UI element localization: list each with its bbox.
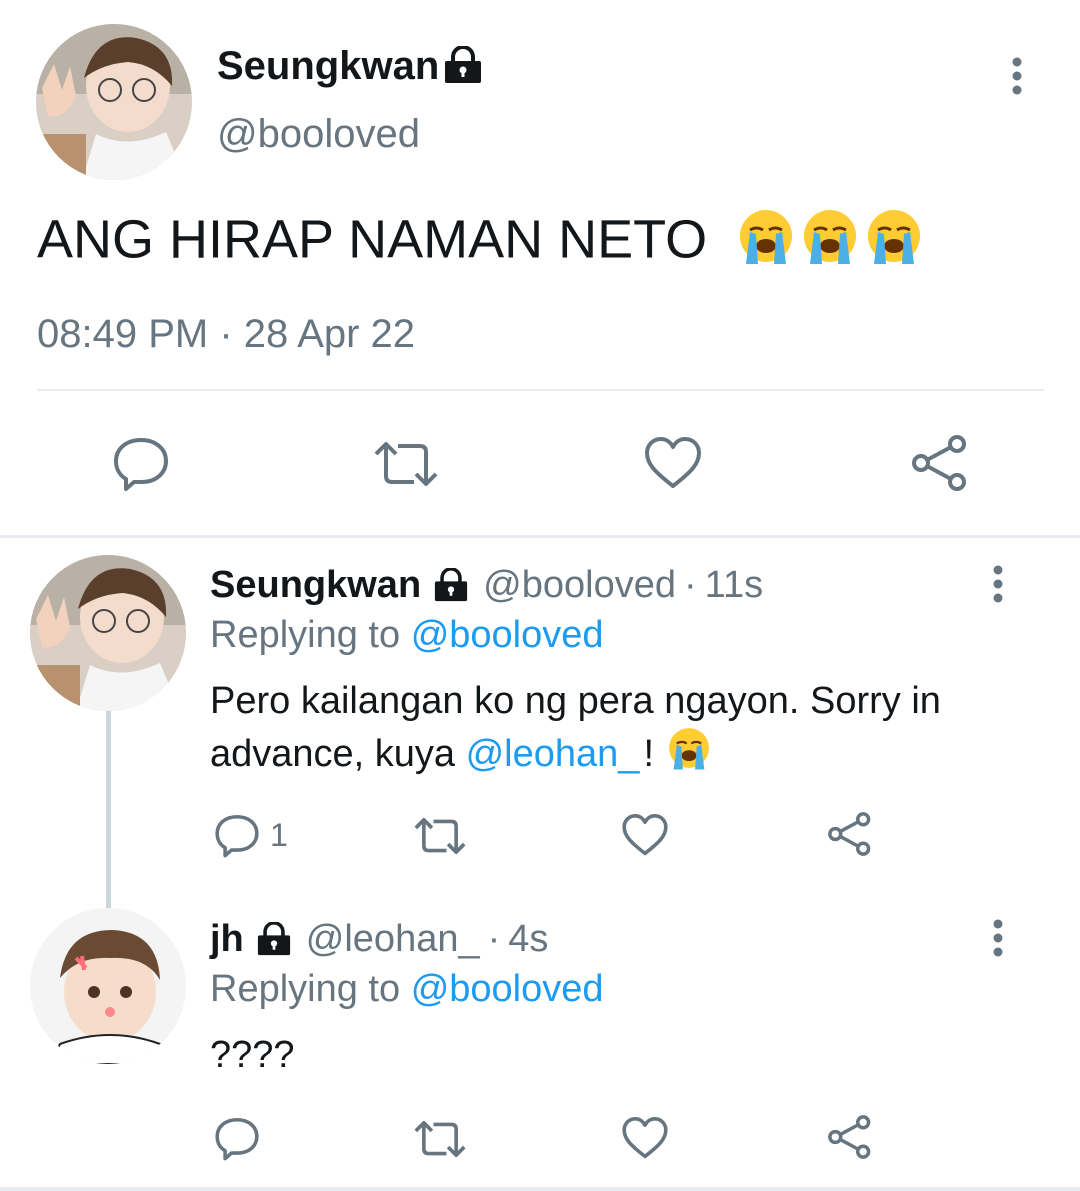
like-button[interactable] — [621, 1116, 669, 1160]
retweet-icon — [414, 1121, 466, 1157]
reply-text: Pero kailangan ko ng pera ngayon. Sorry … — [210, 677, 941, 783]
handle[interactable]: @booloved — [483, 562, 676, 608]
reply-count: 1 — [270, 816, 288, 853]
retweet-button[interactable] — [372, 438, 440, 490]
tweet-date: 28 Apr 22 — [243, 312, 416, 356]
share-icon — [912, 435, 966, 491]
handle[interactable]: @leohan_ — [306, 916, 480, 962]
relative-time[interactable]: 11s — [705, 562, 763, 608]
retweet-button[interactable] — [412, 815, 468, 857]
replying-to-label: Replying to — [210, 968, 401, 1010]
timestamp[interactable]: 08:49 PM · 28 Apr 22 — [37, 310, 415, 358]
share-button[interactable] — [826, 811, 874, 857]
lock-icon — [441, 46, 485, 84]
heart-icon — [622, 814, 668, 856]
more-vertical-icon[interactable] — [986, 564, 1010, 604]
bottom-divider — [0, 1187, 1080, 1191]
reply-text-part: ! — [643, 733, 654, 775]
divider — [37, 389, 1044, 391]
avatar[interactable] — [30, 908, 186, 1064]
retweet-button[interactable] — [412, 1118, 468, 1160]
reply-button[interactable] — [112, 434, 170, 492]
retweet-icon — [374, 442, 438, 486]
share-icon — [828, 812, 871, 856]
reply-text-line: advance, kuya @leohan_ ! — [210, 725, 941, 783]
heart-icon — [622, 1117, 668, 1159]
handle[interactable]: @booloved — [217, 110, 420, 158]
mention-link[interactable]: @leohan_ — [466, 730, 640, 778]
reply-button[interactable] — [214, 1115, 260, 1161]
loudly-crying-face-icon — [864, 206, 924, 280]
reply-text: ???? — [210, 1034, 295, 1076]
lock-icon — [254, 922, 294, 956]
reply-header: Seungkwan @booloved · 11s — [210, 562, 763, 608]
display-name[interactable]: Seungkwan — [217, 42, 439, 90]
like-button[interactable] — [643, 436, 703, 490]
reply-icon — [114, 438, 168, 491]
lock-icon — [431, 568, 471, 602]
time-separator: · — [683, 564, 697, 606]
share-button[interactable] — [909, 434, 971, 492]
avatar[interactable] — [30, 555, 186, 711]
reply-button[interactable]: 1 — [214, 812, 288, 858]
loudly-crying-face-icon — [666, 725, 712, 783]
avatar[interactable] — [36, 24, 192, 180]
tweet-text: ANG HIRAP NAMAN NETO — [37, 206, 924, 280]
heart-icon — [645, 437, 701, 488]
replying-to: Replying to @booloved — [210, 966, 604, 1012]
reply-text-part: advance, kuya — [210, 733, 466, 775]
retweet-icon — [414, 818, 466, 854]
like-button[interactable] — [621, 813, 669, 857]
display-name[interactable]: Seungkwan — [210, 562, 421, 608]
more-vertical-icon[interactable] — [1005, 56, 1029, 96]
relative-time[interactable]: 4s — [508, 916, 548, 962]
time-separator: · — [487, 918, 501, 960]
loudly-crying-face-icon — [800, 206, 860, 280]
replying-to-label: Replying to — [210, 614, 401, 656]
thread-line — [106, 710, 111, 910]
replying-to: Replying to @booloved — [210, 612, 604, 658]
reply-icon — [215, 814, 259, 858]
tweet-text-content: ANG HIRAP NAMAN NETO — [37, 209, 708, 270]
share-button[interactable] — [826, 1114, 874, 1160]
loudly-crying-face-icon — [736, 206, 796, 280]
display-name[interactable]: jh — [210, 916, 244, 962]
replying-to-handle[interactable]: @booloved — [411, 968, 604, 1010]
reply-header: jh @leohan_ · 4s — [210, 916, 548, 962]
reply-icon — [215, 1117, 259, 1161]
reply-text-line: Pero kailangan ko ng pera ngayon. Sorry … — [210, 680, 941, 722]
section-divider — [0, 535, 1080, 538]
more-vertical-icon[interactable] — [986, 918, 1010, 958]
timestamp-separator: · — [219, 312, 233, 356]
share-icon — [828, 1115, 871, 1159]
tweet-time: 08:49 PM — [37, 312, 209, 356]
replying-to-handle[interactable]: @booloved — [411, 614, 604, 656]
